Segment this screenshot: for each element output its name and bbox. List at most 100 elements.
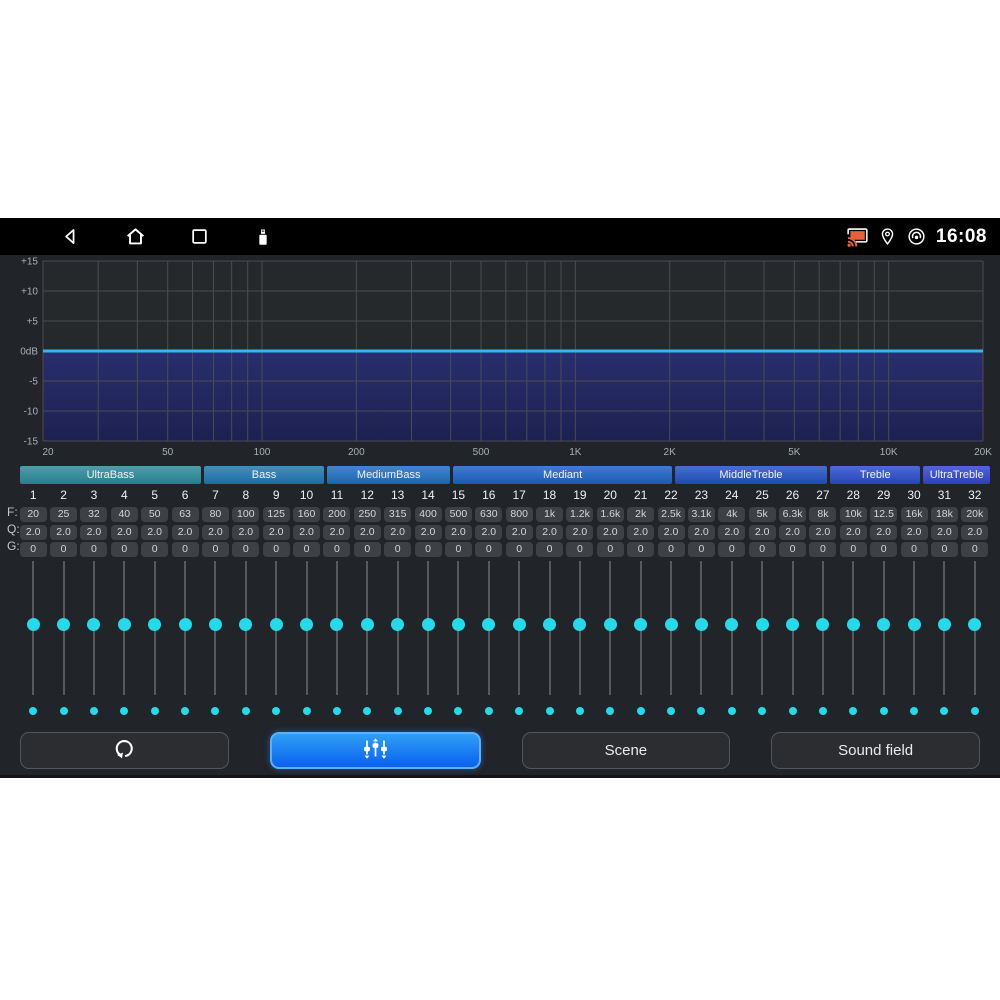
gain-value-chip: 0 [901,542,928,557]
gain-value-chip: 0 [111,542,138,557]
sound-field-button[interactable]: Sound field [771,732,980,769]
gain-slider[interactable] [457,561,459,695]
gain-slider-thumb[interactable] [452,618,465,631]
channel-indicator-dot [485,707,493,715]
gain-slider[interactable] [761,561,763,695]
reset-button[interactable] [20,732,229,769]
gain-slider[interactable] [366,561,368,695]
x-axis-label: 10K [880,447,898,458]
q-factor-value-chip: 2.0 [445,525,472,540]
gain-slider[interactable] [700,561,702,695]
gain-slider-thumb[interactable] [482,618,495,631]
equalizer-tab-button[interactable] [270,732,481,769]
channel-number: 32 [968,488,981,505]
gain-slider-thumb[interactable] [330,618,343,631]
gain-slider[interactable] [184,561,186,695]
gain-slider[interactable] [913,561,915,695]
channel-indicator-dot [789,707,797,715]
gain-slider-thumb[interactable] [118,618,131,631]
channel-number: 15 [452,488,465,505]
q-factor-value-chip: 2.0 [688,525,715,540]
channel-number: 28 [847,488,860,505]
gain-slider-thumb[interactable] [725,618,738,631]
gain-slider[interactable] [822,561,824,695]
eq-sliders-icon [362,737,389,764]
gain-slider-thumb[interactable] [786,618,799,631]
usb-drive-icon[interactable] [252,225,274,249]
gain-slider[interactable] [32,561,34,695]
gain-slider[interactable] [943,561,945,695]
gain-slider-thumb[interactable] [300,618,313,631]
gain-slider[interactable] [883,561,885,695]
gain-slider-thumb[interactable] [87,618,100,631]
eq-channel-column: 191.2k2.00 [565,488,595,715]
gain-slider[interactable] [974,561,976,695]
gain-slider-thumb[interactable] [634,618,647,631]
gain-slider-thumb[interactable] [908,618,921,631]
gain-slider-thumb[interactable] [695,618,708,631]
q-factor-value-chip: 2.0 [415,525,442,540]
gain-slider[interactable] [488,561,490,695]
gain-slider-thumb[interactable] [756,618,769,631]
channel-number: 24 [725,488,738,505]
gain-slider[interactable] [518,561,520,695]
gain-slider[interactable] [123,561,125,695]
gain-slider-thumb[interactable] [422,618,435,631]
gain-slider[interactable] [63,561,65,695]
gain-slider-thumb[interactable] [270,618,283,631]
gain-slider[interactable] [93,561,95,695]
y-axis-label: 0dB [20,347,38,358]
channel-number: 31 [938,488,951,505]
gain-value-chip: 0 [870,542,897,557]
scene-button[interactable]: Scene [522,732,731,769]
gain-slider[interactable] [336,561,338,695]
gain-slider[interactable] [640,561,642,695]
band-segment-middletreble: MiddleTreble [675,466,827,484]
q-factor-value-chip: 2.0 [263,525,290,540]
gain-slider[interactable] [214,561,216,695]
gain-slider-thumb[interactable] [361,618,374,631]
gain-slider[interactable] [306,561,308,695]
gain-slider-thumb[interactable] [148,618,161,631]
gain-slider[interactable] [154,561,156,695]
home-icon[interactable] [124,225,147,248]
gain-slider-thumb[interactable] [665,618,678,631]
gain-value-chip: 0 [627,542,654,557]
gain-slider[interactable] [245,561,247,695]
channel-indicator-dot [758,707,766,715]
q-factor-value-chip: 2.0 [384,525,411,540]
gain-slider-thumb[interactable] [513,618,526,631]
gain-slider-thumb[interactable] [239,618,252,631]
gain-slider-thumb[interactable] [604,618,617,631]
gain-slider[interactable] [609,561,611,695]
gain-slider-thumb[interactable] [391,618,404,631]
gain-slider-thumb[interactable] [877,618,890,631]
gain-slider-thumb[interactable] [968,618,981,631]
gain-slider-thumb[interactable] [816,618,829,631]
gain-slider[interactable] [579,561,581,695]
gain-slider[interactable] [275,561,277,695]
gain-slider[interactable] [549,561,551,695]
gain-slider-thumb[interactable] [847,618,860,631]
gain-slider[interactable] [397,561,399,695]
gain-slider-thumb[interactable] [573,618,586,631]
gain-slider-thumb[interactable] [543,618,556,631]
gain-value-chip: 0 [475,542,502,557]
recents-icon[interactable] [190,227,209,246]
button-bar: Scene Sound field [20,732,980,769]
gain-slider[interactable] [852,561,854,695]
gain-slider[interactable] [670,561,672,695]
gain-slider-thumb[interactable] [209,618,222,631]
gain-slider-thumb[interactable] [57,618,70,631]
frequency-value-chip: 10k [840,507,867,522]
q-factor-value-chip: 2.0 [202,525,229,540]
gain-slider-thumb[interactable] [938,618,951,631]
gain-slider-thumb[interactable] [179,618,192,631]
gain-slider[interactable] [427,561,429,695]
frequency-value-chip: 4k [718,507,745,522]
gain-slider-thumb[interactable] [27,618,40,631]
eq-channel-column: 91252.00 [261,488,291,715]
gain-slider[interactable] [731,561,733,695]
gain-slider[interactable] [792,561,794,695]
back-icon[interactable] [60,226,81,247]
